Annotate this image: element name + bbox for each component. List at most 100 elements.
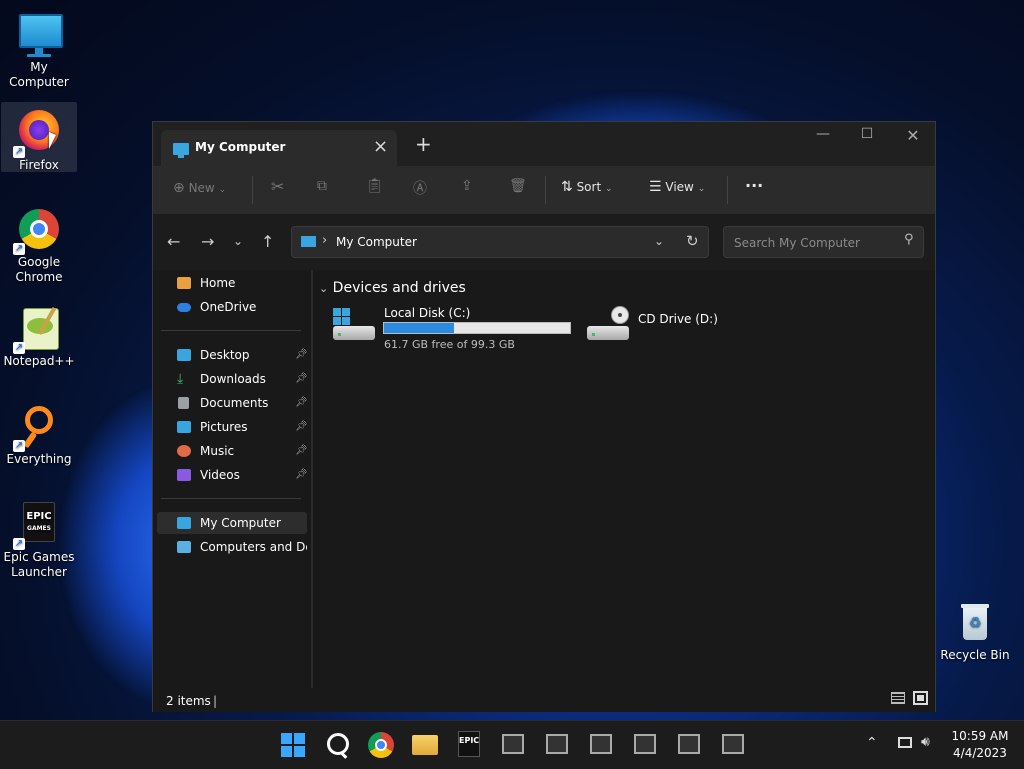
back-button[interactable]: ←: [167, 232, 180, 251]
chrome-taskbar-icon[interactable]: [368, 732, 394, 758]
pin-icon: 📌︎: [295, 349, 308, 360]
app-window-icon[interactable]: [590, 734, 612, 754]
clock-date[interactable]: 4/4/2023: [945, 746, 1015, 760]
close-tab-icon[interactable]: ×: [373, 136, 388, 157]
cd-drive-icon: [587, 306, 631, 342]
refresh-icon[interactable]: ↻: [686, 232, 699, 250]
nav-item-documents[interactable]: Documents 📌︎: [157, 392, 308, 414]
nav-item-music[interactable]: Music 📌︎: [157, 440, 308, 462]
drive-cd-drive-d[interactable]: CD Drive (D:): [587, 306, 747, 350]
file-explorer-folder-icon[interactable]: [412, 735, 438, 755]
notepadplusplus-icon: ↗: [13, 304, 63, 354]
nav-item-home[interactable]: Home: [157, 272, 307, 294]
search-icon[interactable]: [327, 733, 349, 755]
chrome-icon: ↗: [13, 205, 63, 255]
volume-icon[interactable]: 🔊︎: [921, 734, 930, 750]
document-icon: [178, 397, 189, 409]
nav-item-onedrive[interactable]: OneDrive: [157, 296, 307, 318]
nav-divider: [161, 330, 301, 331]
tab-title: My Computer: [195, 140, 286, 154]
desktop-icon-notepadplusplus[interactable]: ↗ Notepad++: [1, 298, 77, 369]
monitor-icon: [177, 517, 191, 529]
sort-button[interactable]: ⇅ Sort ⌄: [561, 179, 613, 195]
chevron-down-icon: ⌄: [605, 184, 613, 194]
minimize-button[interactable]: —: [803, 126, 843, 142]
cut-icon[interactable]: ✂: [271, 177, 284, 196]
close-window-button[interactable]: ✕: [893, 126, 933, 145]
desktop-icon-epic-games-launcher[interactable]: EPIC GAMES ↗ Epic Games Launcher: [1, 494, 77, 580]
address-row: ← → ⌄ ↑ › My Computer ⌄ ↻ ⚲: [153, 214, 935, 270]
nav-item-desktop[interactable]: Desktop 📌︎: [157, 344, 308, 366]
hard-drive-icon: [333, 306, 377, 342]
up-button[interactable]: ↑: [261, 232, 274, 251]
shortcut-arrow-icon: ↗: [13, 243, 25, 255]
maximize-button[interactable]: ☐: [847, 126, 887, 142]
nav-item-my-computer[interactable]: My Computer: [157, 512, 307, 534]
desktop-icon-recycle-bin[interactable]: ♻ Recycle Bin: [937, 592, 1013, 663]
start-windows-icon[interactable]: [281, 733, 305, 757]
search-box[interactable]: ⚲: [723, 226, 924, 258]
show-hidden-icons-chevron-icon[interactable]: ⌃: [866, 735, 878, 751]
clock-time[interactable]: 10:59 AM: [945, 729, 1015, 743]
toolbar-divider: [545, 176, 546, 204]
desktop-icon-label: Everything: [6, 452, 72, 466]
epic-games-taskbar-icon[interactable]: EPIC: [458, 731, 480, 757]
search-input[interactable]: [732, 233, 896, 253]
details-view-icon[interactable]: [891, 692, 905, 704]
drive-name: Local Disk (C:): [384, 306, 471, 320]
address-location: My Computer: [336, 235, 417, 249]
network-icon[interactable]: [898, 737, 912, 748]
desktop-folder-icon: [177, 349, 191, 361]
chevron-down-icon: ⌄: [218, 185, 227, 195]
nav-item-videos[interactable]: Videos 📌︎: [157, 464, 308, 486]
desktop-icon-my-computer[interactable]: My Computer: [1, 4, 77, 90]
search-handle: [339, 751, 348, 759]
shortcut-arrow-icon: ↗: [13, 440, 25, 452]
item-count: 2 items: [166, 694, 211, 708]
nav-item-downloads[interactable]: ⤓ Downloads 📌︎: [157, 368, 308, 390]
copy-icon[interactable]: ⧉: [317, 178, 327, 194]
paste-icon[interactable]: 📋︎: [366, 178, 384, 194]
app-window-icon[interactable]: [502, 734, 524, 754]
chevron-down-icon[interactable]: ⌄: [654, 234, 664, 248]
group-header-devices-and-drives[interactable]: ⌄ Devices and drives: [319, 280, 466, 296]
forward-button[interactable]: →: [201, 232, 214, 251]
toolbar-divider: [727, 176, 728, 204]
desktop-icon-label: Notepad++: [3, 354, 75, 368]
pin-icon: 📌︎: [295, 397, 308, 408]
new-button[interactable]: ⊕ New ⌄: [173, 180, 226, 196]
desktop-icon-label: My Computer: [9, 60, 69, 89]
command-bar: ⊕ New ⌄ ✂ ⧉ 📋︎ Ⓐ ⇪ 🗑︎ ⇅ Sort ⌄ ☰ View ⌄ …: [153, 166, 935, 215]
more-options-button[interactable]: ···: [745, 176, 763, 195]
rename-icon[interactable]: Ⓐ: [413, 178, 427, 198]
share-icon[interactable]: ⇪: [461, 178, 473, 194]
app-window-icon[interactable]: [546, 734, 568, 754]
cloud-icon: [177, 303, 191, 312]
app-window-icon[interactable]: [722, 734, 744, 754]
address-bar[interactable]: › My Computer ⌄ ↻: [291, 226, 709, 258]
drive-local-disk-c[interactable]: Local Disk (C:) 61.7 GB free of 99.3 GB: [333, 306, 573, 354]
epic-games-icon: EPIC GAMES ↗: [13, 500, 63, 550]
desktop-icon-label: Epic Games Launcher: [3, 550, 75, 579]
tiles-view-icon[interactable]: [913, 691, 928, 705]
video-icon: [177, 469, 191, 481]
shortcut-arrow-icon: ↗: [13, 342, 25, 354]
view-button[interactable]: ☰ View ⌄: [649, 179, 705, 195]
picture-icon: [177, 421, 191, 433]
desktop-icon-everything[interactable]: ↗ Everything: [1, 396, 77, 467]
toolbar-divider: [252, 176, 253, 204]
shortcut-arrow-icon: ↗: [13, 538, 25, 550]
nav-item-computers-and-devices[interactable]: Computers and Devices: [157, 536, 307, 558]
pin-icon: 📌︎: [295, 469, 308, 480]
nav-item-pictures[interactable]: Pictures 📌︎: [157, 416, 308, 438]
desktop-icon-google-chrome[interactable]: ↗ Google Chrome: [1, 199, 77, 285]
tab-my-computer[interactable]: My Computer ×: [161, 130, 397, 168]
recent-locations-button[interactable]: ⌄: [233, 234, 243, 248]
new-tab-button[interactable]: +: [415, 132, 432, 156]
app-window-icon[interactable]: [678, 734, 700, 754]
desktop-icon-firefox[interactable]: ↗ Firefox: [1, 102, 77, 172]
monitor-icon: [301, 236, 316, 247]
mouse-cursor-icon: [49, 132, 56, 149]
delete-icon[interactable]: 🗑︎: [509, 178, 527, 194]
app-window-icon[interactable]: [634, 734, 656, 754]
